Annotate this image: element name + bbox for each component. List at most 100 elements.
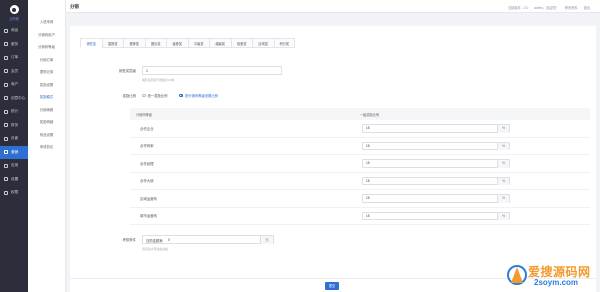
idea-icon bbox=[4, 96, 8, 101]
radio-unified-ratio[interactable]: 统一奖励比例 bbox=[142, 93, 167, 98]
sidebar-item-label: 服务 bbox=[11, 41, 19, 46]
user-greeting[interactable]: admin，欢迎您！ bbox=[534, 5, 559, 10]
ratio-input[interactable]: 15% bbox=[362, 211, 510, 220]
subnav-item-0[interactable]: 入驻申请 bbox=[28, 16, 65, 29]
tab-0[interactable]: 销售奖 bbox=[80, 38, 102, 48]
sidebar-item-label: 页面 bbox=[11, 136, 19, 141]
threshold-unit: 元 bbox=[260, 236, 273, 244]
tab-1[interactable]: 直推奖 bbox=[101, 38, 123, 48]
sales-level-input[interactable]: 1 bbox=[142, 66, 282, 75]
sidebar-item-label: 统计 bbox=[11, 109, 19, 114]
tab-2[interactable]: 推荐奖 bbox=[123, 38, 145, 48]
main-content: 销售奖 直推奖 推荐奖 团队奖 级差奖 平级奖 越级奖 极差奖 区域奖 积分奖 销售奖层级 1 销… bbox=[66, 13, 600, 292]
subnav-item-1[interactable]: 分销商用户 bbox=[28, 29, 65, 42]
ratio-value[interactable]: 15 bbox=[366, 161, 370, 165]
radio-dot-level[interactable] bbox=[179, 93, 183, 98]
logout-link[interactable]: 退出 bbox=[584, 5, 590, 10]
sidebar-item-label: 权限 bbox=[11, 190, 19, 195]
threshold-value[interactable]: 0 bbox=[168, 238, 170, 242]
level-name: 合作企业 bbox=[140, 126, 154, 131]
sidebar-item-3[interactable]: 会员 bbox=[0, 65, 28, 79]
subnav-item-3[interactable]: 分销订单 bbox=[28, 54, 65, 67]
settings-card: 销售奖 直推奖 推荐奖 团队奖 级差奖 平级奖 越级奖 极差奖 区域奖 积分奖 销售奖层级 1 销… bbox=[70, 26, 596, 288]
sidebar-item-4[interactable]: 商户 bbox=[0, 78, 28, 92]
store-icon bbox=[4, 82, 8, 87]
sidebar-item-10[interactable]: 应用 bbox=[0, 159, 28, 173]
subnav-item-8[interactable]: 奖励明细 bbox=[28, 116, 65, 129]
ratio-value[interactable]: 15 bbox=[366, 214, 370, 218]
sidebar-item-6[interactable]: 统计 bbox=[0, 105, 28, 119]
logo: 云商城 bbox=[0, 0, 28, 24]
tab-4[interactable]: 级差奖 bbox=[166, 38, 188, 48]
watermark: 爱搜源码网 2soym.com bbox=[504, 261, 596, 291]
radio-level-ratio[interactable]: 按分销商等级设置比例 bbox=[179, 93, 218, 98]
sidebar-item-5[interactable]: 创意中心 bbox=[0, 92, 28, 106]
tab-6[interactable]: 越级奖 bbox=[209, 38, 231, 48]
subnav-item-7[interactable]: 分销海报 bbox=[28, 104, 65, 117]
sidebar-item-label: 设置 bbox=[11, 176, 19, 181]
level-name: 区域运营商 bbox=[140, 196, 157, 201]
threshold-hint: 满足后才有收益资格 bbox=[142, 247, 169, 251]
radio-dot-unified[interactable] bbox=[142, 93, 146, 98]
subnav-item-6[interactable]: 奖励模式 bbox=[28, 91, 65, 104]
subnav-item-9[interactable]: 商品设置 bbox=[28, 129, 65, 142]
chart-icon bbox=[4, 109, 8, 114]
table-row: 合作商家 15% bbox=[130, 138, 590, 155]
table-header: 分销商等级 一级奖励比例 bbox=[130, 108, 590, 120]
level-name: 城市运营商 bbox=[140, 214, 157, 219]
header-ratio: 一级奖励比例 bbox=[360, 112, 380, 117]
ratio-value[interactable]: 15 bbox=[366, 179, 370, 183]
top-bar: 分销 当前版本：2.0 admin，欢迎您！ 修改资料 退出 bbox=[66, 0, 600, 13]
subnav-item-2[interactable]: 分销商等级 bbox=[28, 41, 65, 54]
level-ratio-table: 分销商等级 一级奖励比例 合作企业 15% 合作商家 15% 合作经理 15% 合作大使 15… bbox=[130, 108, 590, 225]
tab-3[interactable]: 团队奖 bbox=[144, 38, 166, 48]
sales-level-label: 销售奖层级 bbox=[119, 69, 136, 73]
sidebar-item-label: 营销 bbox=[11, 149, 19, 154]
sidebar-item-12[interactable]: 权限 bbox=[0, 186, 28, 200]
ratio-input[interactable]: 15% bbox=[362, 141, 510, 150]
threshold-input[interactable]: 自购金额满 0 元 bbox=[142, 235, 274, 244]
subnav-item-4[interactable]: 提现记录 bbox=[28, 66, 65, 79]
tab-8[interactable]: 区域奖 bbox=[252, 38, 274, 48]
main-sidebar: 云商城 商品服务订单 会员 商户 创意中心统计财务页面营销应用设置权限 bbox=[0, 0, 28, 292]
ratio-value[interactable]: 15 bbox=[366, 126, 370, 130]
sidebar-item-9[interactable]: 营销 bbox=[0, 145, 28, 159]
order-icon bbox=[4, 55, 8, 60]
permission-icon bbox=[4, 190, 8, 195]
tab-5[interactable]: 平级奖 bbox=[187, 38, 209, 48]
ratio-input[interactable]: 15% bbox=[362, 159, 510, 168]
sidebar-item-7[interactable]: 财务 bbox=[0, 119, 28, 133]
ratio-input[interactable]: 15% bbox=[362, 124, 510, 133]
submit-button[interactable]: 提交 bbox=[325, 281, 339, 290]
edit-profile-link[interactable]: 修改资料 bbox=[565, 5, 578, 10]
top-right-actions: 当前版本：2.0 admin，欢迎您！ 修改资料 退出 bbox=[508, 5, 590, 10]
percent-unit: % bbox=[497, 125, 509, 133]
sidebar-item-8[interactable]: 页面 bbox=[0, 132, 28, 146]
tab-9[interactable]: 积分奖 bbox=[273, 38, 295, 48]
ratio-value[interactable]: 15 bbox=[366, 196, 370, 200]
subnav-item-10[interactable]: 申请协议 bbox=[28, 141, 65, 154]
version-text: 当前版本：2.0 bbox=[507, 5, 529, 10]
ratio-input[interactable]: 15% bbox=[362, 176, 510, 185]
sidebar-item-1[interactable]: 服务 bbox=[0, 38, 28, 52]
ratio-input[interactable]: 15% bbox=[362, 194, 510, 203]
threshold-prefix: 自购金额满 bbox=[146, 239, 163, 243]
ratio-value[interactable]: 15 bbox=[366, 144, 370, 148]
table-row: 合作经理 15% bbox=[130, 155, 590, 173]
table-row: 区域运营商 15% bbox=[130, 190, 590, 208]
sidebar-item-label: 商品 bbox=[11, 28, 19, 33]
percent-unit: % bbox=[497, 160, 509, 168]
sidebar-item-11[interactable]: 设置 bbox=[0, 173, 28, 187]
table-row: 合作大使 15% bbox=[130, 173, 590, 190]
radio-unified-label: 统一奖励比例 bbox=[147, 94, 168, 98]
tab-7[interactable]: 极差奖 bbox=[230, 38, 252, 48]
brand-name: 云商城 bbox=[9, 17, 19, 21]
sidebar-item-2[interactable]: 订单 bbox=[0, 51, 28, 65]
subnav-item-5[interactable]: 奖励设置 bbox=[28, 79, 65, 92]
apps-icon bbox=[4, 163, 8, 168]
watermark-text-en: 2soym.com bbox=[534, 278, 579, 287]
sidebar-item-0[interactable]: 商品 bbox=[0, 24, 28, 38]
level-name: 合作大使 bbox=[140, 179, 154, 184]
percent-unit: % bbox=[497, 142, 509, 150]
service-icon bbox=[4, 42, 8, 47]
